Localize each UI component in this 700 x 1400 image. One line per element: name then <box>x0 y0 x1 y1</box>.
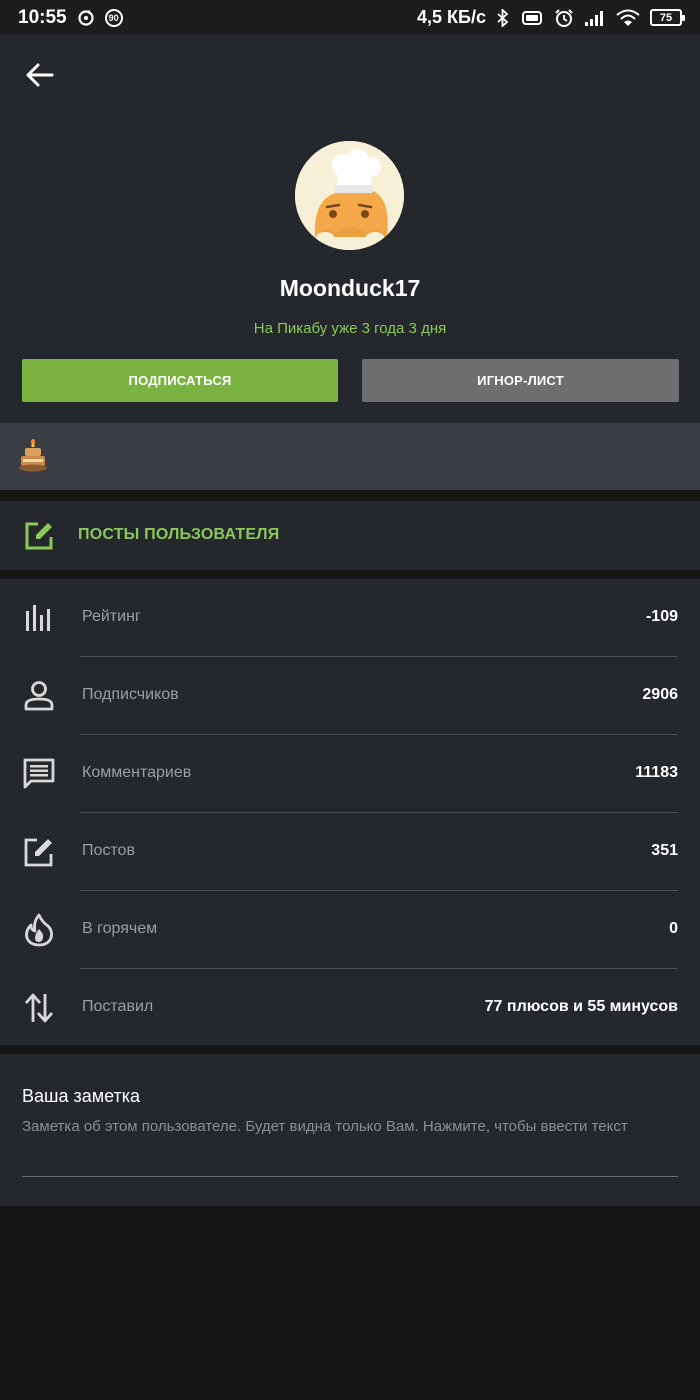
stat-value: 77 плюсов и 55 минусов <box>484 998 678 1015</box>
stat-value: 2906 <box>642 686 678 703</box>
edit-icon <box>25 522 53 550</box>
stat-row-posts[interactable]: Постов 351 <box>0 813 700 891</box>
back-button[interactable] <box>22 59 58 91</box>
note-underline <box>22 1176 678 1177</box>
battery-icon: 75 <box>650 9 685 26</box>
alarm-icon <box>554 8 574 28</box>
arrow-left-icon <box>26 63 54 87</box>
stats-list: Рейтинг -109 Подписчиков 2906 Комментари… <box>0 579 700 1045</box>
stat-label: Подписчиков <box>82 686 179 703</box>
signal-icon <box>584 9 606 27</box>
stat-row-comments[interactable]: Комментариев 11183 <box>0 735 700 813</box>
stat-row-hot[interactable]: В горячем 0 <box>0 891 700 969</box>
user-note-field[interactable]: Ваша заметка Заметка об этом пользовател… <box>0 1054 700 1206</box>
bluetooth-icon <box>496 8 510 27</box>
member-since: На Пикабу уже 3 года 3 дня <box>253 320 447 337</box>
stat-label: Рейтинг <box>82 608 141 625</box>
duck-chef-avatar <box>295 141 404 250</box>
stat-value: 351 <box>651 842 678 859</box>
status-time: 10:55 <box>18 6 67 28</box>
vibrate-icon <box>520 9 544 27</box>
sync-icon <box>77 9 95 27</box>
stat-row-subscribers[interactable]: Подписчиков 2906 <box>0 657 700 735</box>
edit-icon <box>24 838 53 867</box>
stat-row-rating: Рейтинг -109 <box>0 579 700 657</box>
sort-arrows-icon <box>24 993 54 1023</box>
badge-icon: 90 <box>104 8 123 27</box>
comment-icon <box>23 758 55 789</box>
awards-strip <box>0 423 700 490</box>
stat-label: Комментариев <box>82 764 192 781</box>
user-posts-label: ПОСТЫ ПОЛЬЗОВАТЕЛЯ <box>78 526 280 543</box>
avatar <box>295 141 404 250</box>
note-title: Ваша заметка <box>22 1086 141 1106</box>
wifi-icon <box>616 9 640 27</box>
ignore-list-button[interactable]: ИГНОР-ЛИСТ <box>362 359 679 402</box>
subscribe-button[interactable]: ПОДПИСАТЬСЯ <box>22 359 338 402</box>
stat-value: 11183 <box>635 764 678 781</box>
person-icon <box>24 681 54 711</box>
stat-label: Поставил <box>82 998 154 1015</box>
fire-icon <box>25 913 53 947</box>
user-posts-link[interactable]: ПОСТЫ ПОЛЬЗОВАТЕЛЯ <box>0 501 700 570</box>
stat-value: -109 <box>645 608 678 625</box>
bar-chart-icon <box>26 605 50 631</box>
stat-label: В горячем <box>82 920 158 937</box>
net-speed: 4,5 КБ/с <box>417 7 486 27</box>
username: Moonduck17 <box>279 275 421 301</box>
status-bar: 10:55 90 4,5 КБ/с 75 <box>0 0 700 35</box>
award-cake-icon[interactable] <box>18 439 48 473</box>
note-placeholder: Заметка об этом пользователе. Будет видн… <box>22 1118 628 1135</box>
profile-header: Moonduck17 На Пикабу уже 3 года 3 дня ПО… <box>0 35 700 423</box>
stat-label: Постов <box>82 842 135 859</box>
stat-value: 0 <box>669 920 678 937</box>
stat-row-votes: Поставил 77 плюсов и 55 минусов <box>0 969 700 1047</box>
